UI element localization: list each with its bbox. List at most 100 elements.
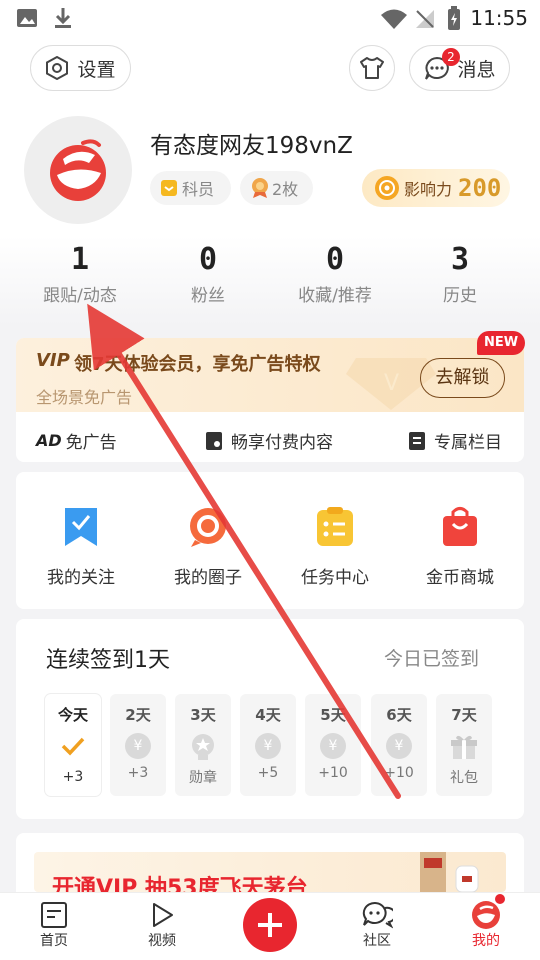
signin-day-3[interactable]: 3天 勋章 [175, 694, 231, 796]
netease-logo-icon [50, 139, 106, 201]
medal-badge[interactable]: 2枚 [240, 171, 313, 205]
stat-posts-label: 跟贴/动态 [43, 286, 117, 306]
play-icon [153, 903, 173, 927]
signin-day-3-reward: 勋章 [189, 770, 217, 786]
signin-day-1-reward: +3 [62, 769, 84, 785]
unlock-button[interactable]: 去解锁 [420, 358, 505, 398]
coin-icon: ¥ [386, 733, 412, 759]
role-label: 科员 [182, 180, 215, 199]
image-icon [17, 9, 37, 27]
signin-day-4-label: 4天 [255, 706, 281, 724]
promo-banner[interactable]: 开通VIP 抽53度飞天茅台 [34, 852, 506, 901]
shortcut-tasks[interactable]: 任务中心 [275, 506, 395, 588]
nav-home-label: 首页 [40, 933, 68, 949]
shortcut-following[interactable]: 我的关注 [21, 506, 141, 588]
ad-icon: AD [36, 431, 62, 450]
messages-button[interactable]: 消息 2 [409, 45, 510, 91]
stat-followers[interactable]: 0 粉丝 [148, 242, 268, 306]
me-logo-icon [472, 901, 500, 929]
signin-day-3-label: 3天 [190, 706, 216, 724]
stat-favorites-label: 收藏/推荐 [298, 286, 372, 306]
medal-label: 2枚 [272, 180, 299, 199]
stat-favorites-value: 0 [325, 242, 345, 277]
signin-day-4-reward: +5 [257, 765, 279, 781]
avatar[interactable] [24, 116, 132, 224]
messages-badge: 2 [442, 48, 460, 66]
task-clipboard-icon [317, 507, 353, 546]
stat-posts-value: 1 [70, 242, 90, 277]
perk-paid-content[interactable]: 畅享付费内容 [205, 428, 333, 453]
signin-day-6[interactable]: 6天 ¥ +10 [371, 694, 427, 796]
signin-day-1-label: 今天 [57, 706, 88, 724]
role-badge[interactable]: 科员 [150, 171, 231, 205]
no-signal-icon [416, 10, 434, 28]
influence-label: 影响力 [404, 180, 453, 199]
signin-day-2-label: 2天 [125, 706, 151, 724]
wardrobe-button[interactable] [349, 45, 395, 91]
vip-banner[interactable]: V VIP 领7天体验会员，享免广告特权 全场景免广告 去解锁 [16, 338, 524, 412]
status-time: 11:55 [470, 6, 528, 30]
signin-day-1[interactable]: 今天 +3 [45, 694, 101, 796]
signin-day-2[interactable]: 2天 ¥ +3 [110, 694, 166, 796]
nav-me[interactable]: 我的 [451, 894, 521, 950]
circle-group-icon [190, 508, 226, 547]
influence-badge[interactable]: 影响力 200 [362, 169, 510, 207]
perk-exclusive-column-label: 专属栏目 [434, 433, 502, 453]
settings-label: 设置 [77, 58, 116, 81]
messages-label: 消息 [457, 58, 496, 81]
shortcut-following-label: 我的关注 [47, 568, 115, 588]
nav-community[interactable]: 社区 [342, 900, 412, 950]
exclusive-column-icon [409, 431, 425, 450]
nav-home[interactable]: 首页 [19, 900, 89, 950]
paid-content-icon [206, 431, 222, 450]
influence-icon [375, 176, 399, 200]
stat-followers-value: 0 [198, 242, 218, 277]
signin-day-2-reward: +3 [127, 765, 149, 781]
coin-icon: ¥ [125, 733, 151, 759]
signin-day-5-reward: +10 [318, 765, 348, 781]
signin-day-6-reward: +10 [384, 765, 414, 781]
nav-video[interactable]: 视频 [127, 900, 197, 950]
coin-icon: ¥ [320, 733, 346, 759]
publish-button[interactable] [243, 898, 297, 952]
nav-me-label: 我的 [472, 933, 500, 949]
perk-no-ads[interactable]: AD 免广告 [36, 428, 117, 453]
stat-history-value: 3 [450, 242, 470, 277]
signin-day-7-label: 7天 [451, 706, 477, 724]
perk-no-ads-label: 免广告 [65, 433, 117, 453]
vip-headline: 领7天体验会员，享免广告特权 [74, 354, 321, 375]
signin-day-5-label: 5天 [320, 706, 346, 724]
shortcut-circles[interactable]: 我的圈子 [148, 506, 268, 588]
wifi-icon [381, 9, 407, 29]
signin-day-7[interactable]: 7天 礼包 [436, 694, 492, 796]
notification-dot [495, 894, 505, 904]
svg-text:V: V [384, 371, 399, 396]
perk-exclusive-column[interactable]: 专属栏目 [408, 428, 502, 453]
perk-paid-content-label: 畅享付费内容 [231, 433, 333, 453]
signin-day-6-label: 6天 [386, 706, 412, 724]
nav-video-label: 视频 [148, 933, 176, 949]
signin-status: 今日已签到 [384, 648, 480, 670]
stat-favorites[interactable]: 0 收藏/推荐 [275, 242, 395, 306]
username: 有态度网友198vnZ [150, 133, 353, 159]
stat-followers-label: 粉丝 [191, 286, 225, 306]
vip-subline: 全场景免广告 [36, 388, 133, 407]
new-badge: NEW [477, 331, 525, 355]
battery-icon [448, 6, 460, 30]
vip-tag: VIP [36, 350, 70, 371]
role-shield-icon [161, 180, 177, 196]
signin-day-5[interactable]: 5天 ¥ +10 [305, 694, 361, 796]
stat-history-label: 历史 [443, 286, 477, 306]
checkmark-icon [61, 737, 85, 756]
stat-history[interactable]: 3 历史 [400, 242, 520, 306]
settings-button[interactable]: 设置 [30, 45, 131, 91]
signin-day-4[interactable]: 4天 ¥ +5 [240, 694, 296, 796]
shortcut-coin-mall[interactable]: 金币商城 [400, 506, 520, 588]
stat-posts[interactable]: 1 跟贴/动态 [20, 242, 140, 306]
gift-icon [451, 735, 477, 759]
plus-icon [258, 913, 282, 937]
signin-day-7-reward: 礼包 [450, 770, 478, 786]
shortcut-circles-label: 我的圈子 [174, 568, 242, 588]
home-news-icon [41, 902, 67, 928]
medal-star-icon [192, 734, 214, 760]
